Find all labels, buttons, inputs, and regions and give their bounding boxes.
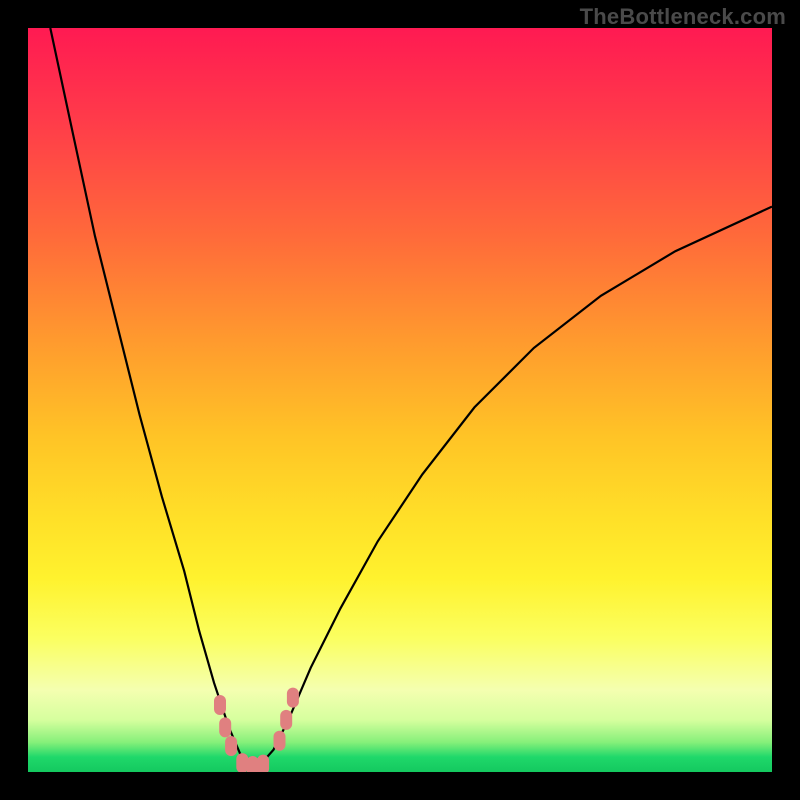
- curve-marker: [236, 753, 248, 772]
- curve-marker: [219, 717, 231, 737]
- curve-marker: [274, 731, 286, 751]
- curve-marker: [287, 688, 299, 708]
- plot-area: [28, 28, 772, 772]
- watermark-text: TheBottleneck.com: [580, 4, 786, 30]
- chart-frame: TheBottleneck.com: [0, 0, 800, 800]
- curve-marker: [214, 695, 226, 715]
- bottleneck-curve: [28, 28, 772, 772]
- curve-marker: [247, 756, 259, 772]
- curve-markers: [214, 688, 299, 772]
- curve-path: [50, 28, 772, 766]
- curve-marker: [257, 755, 269, 772]
- curve-marker: [225, 736, 237, 756]
- curve-marker: [280, 710, 292, 730]
